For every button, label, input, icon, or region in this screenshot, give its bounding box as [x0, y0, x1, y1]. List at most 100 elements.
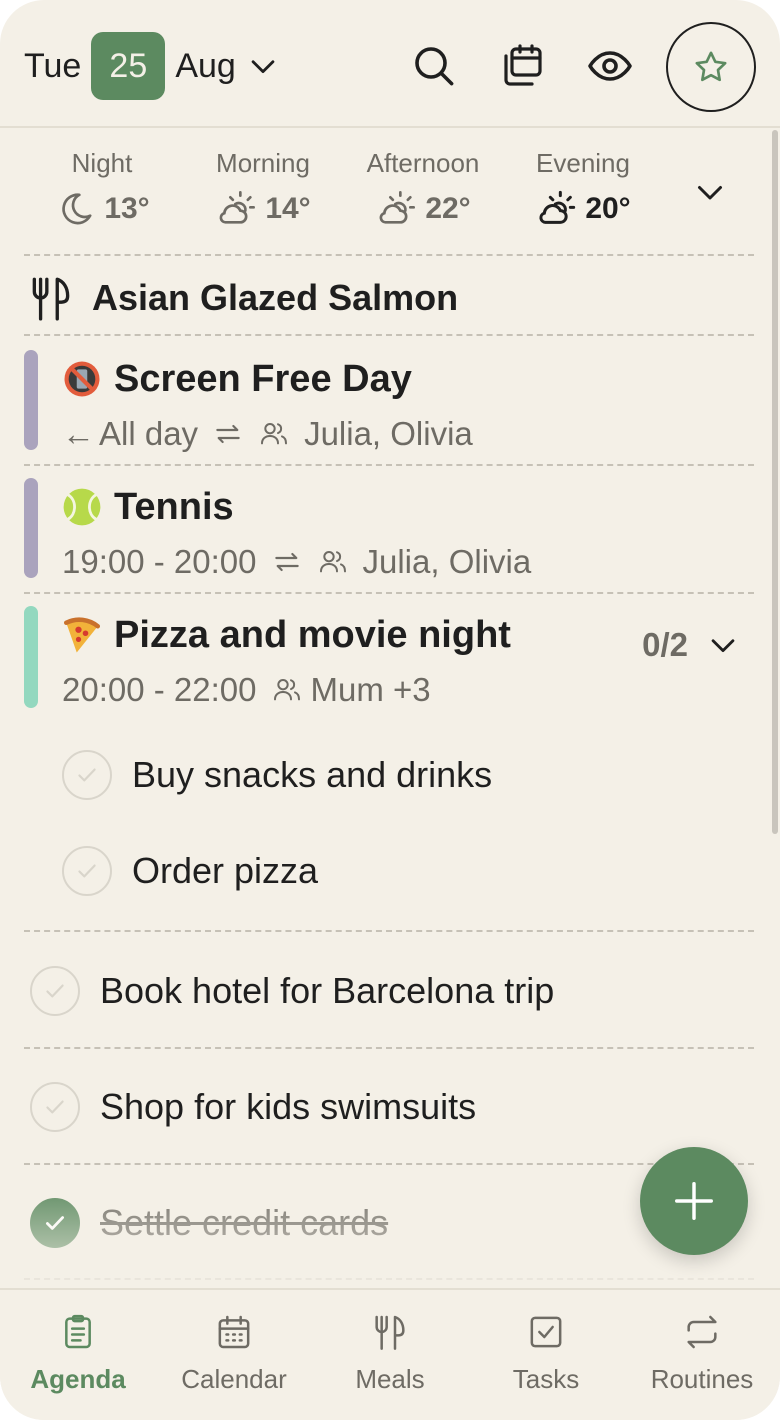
event-tennis[interactable]: Tennis 19:00 - 20:00 Julia, Olivia [24, 478, 754, 588]
checkbox[interactable] [30, 966, 80, 1016]
visibility-button[interactable] [584, 40, 636, 92]
agenda-list[interactable]: Night 13° Morning 14° Afternoon 22° Even… [0, 130, 780, 1286]
divider [24, 930, 754, 932]
weather-label: Evening [536, 148, 630, 178]
weather-afternoon: Afternoon 22° [348, 148, 498, 229]
checkbox-icon [530, 1316, 562, 1348]
plus-icon [675, 1182, 713, 1220]
event-screen-free-day[interactable]: Screen Free Day ← All day Julia, Olivia [24, 350, 754, 460]
event-color-bar [24, 350, 38, 450]
nav-label: Meals [355, 1364, 425, 1394]
weather-temp: 13° [104, 192, 150, 225]
repeat-icon [687, 1315, 717, 1349]
search-icon [415, 47, 454, 86]
nav-tasks[interactable]: Tasks [468, 1312, 624, 1395]
clipboard-icon [65, 1314, 91, 1349]
divider [24, 1163, 754, 1165]
check-icon [78, 864, 96, 878]
nav-meals[interactable]: Meals [312, 1312, 468, 1395]
task-label: Shop for kids swimsuits [100, 1086, 477, 1127]
task-label: Book hotel for Barcelona trip [100, 970, 555, 1011]
event-time: All day [99, 415, 199, 452]
moon-icon [62, 193, 92, 225]
event-pizza-movie-night[interactable]: Pizza and movie night 20:00 - 22:00 Mum … [24, 606, 754, 716]
date-day-badge: 25 [91, 32, 166, 100]
people-icon [319, 551, 346, 573]
nav-label: Tasks [512, 1364, 580, 1394]
repeat-icon [216, 424, 240, 444]
date-month: Aug [175, 46, 236, 85]
meal-row[interactable]: Asian Glazed Salmon [26, 270, 458, 326]
pizza-icon [60, 613, 104, 657]
divider [24, 464, 754, 466]
people-icon [273, 679, 300, 701]
subtask-label: Buy snacks and drinks [132, 754, 493, 795]
task-item[interactable]: Shop for kids swimsuits [30, 1082, 476, 1132]
subtask-item[interactable]: Buy snacks and drinks [62, 750, 492, 800]
date-day-of-week: Tue [24, 46, 82, 85]
chevron-down-icon[interactable] [692, 174, 728, 210]
tennis-ball-icon [60, 485, 104, 529]
event-color-bar [24, 606, 38, 708]
event-people: Mum +3 [310, 671, 431, 708]
checkbox[interactable] [62, 846, 112, 896]
scrollbar[interactable] [772, 130, 778, 834]
divider [24, 254, 754, 256]
add-button[interactable] [640, 1147, 748, 1255]
check-icon [46, 1216, 64, 1230]
header-bar: Tue 25 Aug [0, 0, 780, 128]
weather-temp: 14° [265, 192, 311, 225]
checkbox[interactable] [62, 750, 112, 800]
chevron-down-icon[interactable] [706, 628, 740, 662]
meal-title: Asian Glazed Salmon [92, 277, 459, 318]
weather-label: Afternoon [366, 148, 480, 178]
check-icon [46, 984, 64, 998]
task-label: Settle credit cards [100, 1202, 389, 1243]
divider [24, 592, 754, 594]
subtask-progress: 0/2 [642, 626, 688, 663]
divider [24, 334, 754, 336]
chevron-down-icon [251, 60, 275, 74]
nav-calendar[interactable]: Calendar [156, 1312, 312, 1395]
eye-icon [588, 51, 632, 81]
event-time: 20:00 - 22:00 [62, 671, 257, 708]
no-phone-icon [60, 357, 104, 401]
fork-knife-icon [375, 1315, 405, 1350]
event-title: Pizza and movie night [114, 613, 511, 656]
partly-sunny-icon [539, 190, 576, 224]
nav-agenda[interactable]: Agenda [0, 1312, 156, 1395]
task-item[interactable]: Book hotel for Barcelona trip [30, 966, 554, 1016]
calendar-switch-icon [504, 44, 542, 86]
calendar-switch-button[interactable] [496, 40, 548, 92]
event-title: Tennis [114, 485, 234, 528]
weather-evening: Evening 20° [508, 148, 658, 229]
weather-morning: Morning 14° [188, 148, 338, 229]
weather-temp: 20° [585, 192, 631, 225]
event-time: 19:00 - 20:00 [62, 543, 257, 580]
bottom-nav: Agenda Calendar Meals Tasks Routines [0, 1288, 780, 1420]
checkbox-checked[interactable] [30, 1198, 80, 1248]
check-icon [78, 768, 96, 782]
repeat-icon [274, 552, 299, 572]
event-people: Julia, Olivia [304, 415, 473, 452]
weather-night: Night 13° [27, 148, 177, 229]
arrow-left-icon: ← [62, 415, 95, 452]
nav-label: Calendar [181, 1364, 287, 1394]
divider [24, 1047, 754, 1049]
event-people: Julia, Olivia [362, 543, 532, 580]
date-picker[interactable]: Tue 25 Aug [24, 32, 280, 100]
check-icon [46, 1100, 64, 1114]
app-screen: Tue 25 Aug Night 13° Morning 14° Afterno… [0, 0, 780, 1420]
event-color-bar [24, 478, 38, 578]
people-icon [261, 423, 288, 445]
partly-sunny-icon [379, 191, 416, 224]
search-button[interactable] [408, 40, 460, 92]
task-item-completed[interactable]: Settle credit cards [30, 1198, 388, 1248]
fork-knife-icon [32, 277, 70, 321]
nav-label: Routines [650, 1364, 754, 1394]
checkbox[interactable] [30, 1082, 80, 1132]
partly-sunny-icon [219, 191, 256, 224]
subtask-item[interactable]: Order pizza [62, 846, 318, 896]
favorite-button[interactable] [666, 22, 756, 112]
nav-routines[interactable]: Routines [624, 1312, 780, 1395]
